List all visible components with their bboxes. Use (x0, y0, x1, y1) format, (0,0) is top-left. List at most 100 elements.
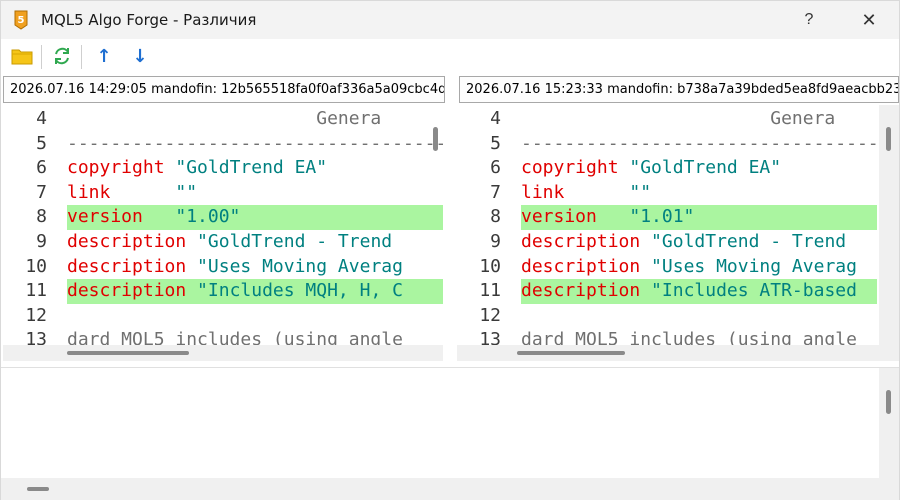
keyword-token: version (521, 206, 597, 228)
comment-token: ----------------------------------- (67, 132, 443, 154)
bottom-vertical-scroll-thumb[interactable] (886, 390, 891, 414)
title-bar: 5 MQL5 Algo Forge - Различия ? ✕ (1, 1, 899, 39)
line-text: dard MQL5 includes (using angle (521, 328, 857, 345)
code-line: 9 description "GoldTrend - Trend (457, 230, 877, 255)
bottom-details-pane[interactable] (1, 368, 879, 478)
line-text: description "Includes ATR-based (521, 279, 857, 304)
line-text: description "GoldTrend - Trend (67, 230, 392, 255)
right-vertical-scroll-thumb[interactable] (886, 127, 891, 151)
close-button[interactable]: ✕ (853, 7, 885, 33)
left-revision-field[interactable]: 2026.07.16 14:29:05 mandofin: 12b565518f… (3, 76, 445, 103)
line-text: copyright "GoldTrend EA" (521, 156, 781, 181)
bottom-horizontal-scrollbar[interactable] (1, 478, 879, 500)
line-number: 13 (479, 329, 501, 345)
code-line: 12 (3, 304, 443, 329)
folder-icon (11, 49, 33, 65)
right-vertical-scroll-track[interactable] (879, 105, 899, 345)
string-token: "Uses Moving Averag (186, 255, 403, 277)
line-text: copyright "GoldTrend EA" (67, 156, 327, 181)
string-token: "" (110, 181, 198, 203)
window-title: MQL5 Algo Forge - Различия (41, 11, 257, 29)
line-text: ----------------------------------- (521, 132, 877, 157)
line-text: description "GoldTrend - Trend (521, 230, 846, 255)
keyword-token: copyright (67, 157, 165, 179)
code-line: 7 link "" (457, 181, 877, 206)
line-number: 5 (36, 132, 47, 154)
keyword-token: description (67, 255, 187, 277)
code-line: 10 description "Uses Moving Averag (457, 255, 877, 280)
right-horizontal-scroll-thumb[interactable] (517, 351, 625, 355)
left-code-pane[interactable]: 4 Genera 5 -------------------------------… (3, 105, 443, 345)
comment-token: Genera (67, 108, 382, 129)
refresh-button[interactable] (49, 43, 75, 69)
line-number: 12 (479, 304, 501, 326)
refresh-icon (55, 47, 69, 65)
line-number: 7 (36, 181, 47, 203)
toolbar: ↑ ↓ (1, 39, 899, 75)
line-number: 10 (25, 255, 47, 277)
line-number: 9 (490, 231, 501, 252)
line-number: 6 (490, 157, 501, 179)
line-number: 4 (490, 108, 501, 129)
line-number: 9 (36, 231, 47, 252)
comment-token: Genera (521, 108, 836, 129)
line-number: 11 (25, 280, 47, 302)
keyword-token: version (67, 206, 143, 228)
comment-token: dard MQL5 includes (using angle (67, 329, 403, 345)
line-text: link "" (67, 181, 197, 206)
left-horizontal-scrollbar[interactable] (3, 345, 443, 361)
code-line: 5 ----------------------------------- (3, 132, 443, 157)
code-line: 12 (457, 304, 877, 329)
code-line: 7 link "" (3, 181, 443, 206)
right-revision-field[interactable]: 2026.07.16 15:23:33 mandofin: b738a7a39b… (459, 76, 899, 103)
code-line: 13 dard MQL5 includes (using angle (457, 328, 877, 345)
line-text: description "Uses Moving Averag (67, 255, 403, 280)
code-line: 11 description "Includes MQH, H, C (3, 279, 443, 304)
keyword-token: link (67, 181, 111, 203)
bottom-horizontal-scroll-thumb[interactable] (27, 487, 49, 491)
string-token: "1.00" (142, 206, 241, 228)
next-difference-button[interactable]: ↓ (127, 43, 153, 69)
open-folder-button[interactable] (9, 43, 35, 69)
keyword-token: description (521, 231, 641, 252)
right-code-pane[interactable]: 4 Genera 5 -------------------------------… (457, 105, 877, 345)
bottom-vertical-scrollbar[interactable] (879, 368, 899, 500)
line-number: 8 (490, 206, 501, 228)
string-token: "GoldTrend - Trend (186, 231, 393, 252)
line-text: version "1.00" (67, 205, 240, 230)
string-token: "Uses Moving Averag (640, 255, 857, 277)
line-number: 4 (36, 108, 47, 129)
help-button[interactable]: ? (797, 7, 821, 33)
string-token: "GoldTrend - Trend (640, 231, 847, 252)
code-line: 13 dard MQL5 includes (using angle (3, 328, 443, 345)
code-line: 11 description "Includes ATR-based (457, 279, 877, 304)
keyword-token: description (521, 280, 641, 302)
code-line: 6 copyright "GoldTrend EA" (3, 156, 443, 181)
code-line: 10 description "Uses Moving Averag (3, 255, 443, 280)
line-text: Genera (521, 107, 835, 132)
toolbar-separator (81, 45, 82, 69)
left-vertical-scroll-thumb[interactable] (433, 127, 438, 151)
comment-token: ----------------------------------- (521, 132, 877, 154)
toolbar-separator (41, 45, 42, 69)
code-line: 6 copyright "GoldTrend EA" (457, 156, 877, 181)
comment-token: dard MQL5 includes (using angle (521, 329, 857, 345)
keyword-token: description (521, 255, 641, 277)
right-horizontal-scrollbar[interactable] (457, 345, 899, 361)
code-line: 5 ----------------------------------- (457, 132, 877, 157)
string-token: "1.01" (596, 206, 695, 228)
string-token: "Includes MQH, H, C (186, 280, 403, 302)
string-token: "GoldTrend EA" (164, 157, 328, 179)
keyword-token: description (67, 280, 187, 302)
code-line: 4 Genera (457, 107, 877, 132)
line-number: 5 (490, 132, 501, 154)
code-line: 4 Genera (3, 107, 443, 132)
line-number: 13 (25, 329, 47, 345)
line-number: 12 (25, 304, 47, 326)
line-text: ----------------------------------- (67, 132, 443, 157)
previous-difference-button[interactable]: ↑ (91, 43, 117, 69)
left-horizontal-scroll-thumb[interactable] (67, 351, 189, 355)
line-number: 8 (36, 206, 47, 228)
code-line: 8 version "1.01" (457, 205, 877, 230)
code-line: 8 version "1.00" (3, 205, 443, 230)
